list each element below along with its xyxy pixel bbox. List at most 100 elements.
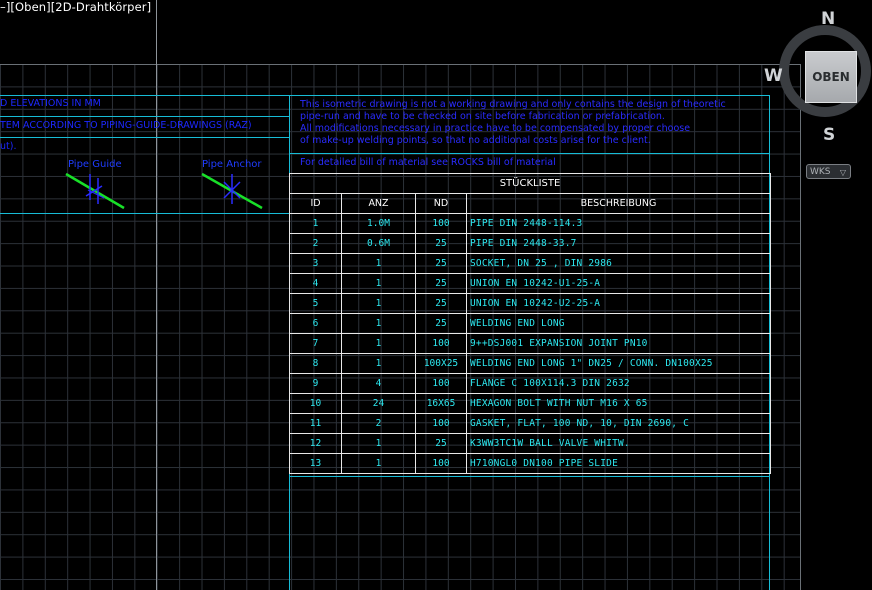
cell-id: 11 [289, 413, 342, 434]
cell-id: 6 [289, 313, 342, 334]
cell-id: 10 [289, 393, 342, 414]
compass-south[interactable]: S [823, 125, 835, 145]
table-row: 2 0.6M 25 PIPE DIN 2448-33.7 [289, 233, 771, 254]
cell-id: 5 [289, 293, 342, 314]
frame-line [289, 95, 770, 96]
cell-id: 2 [289, 233, 342, 254]
pipe-anchor-label: Pipe Anchor [202, 159, 262, 170]
header-system-text: TEM ACCORDING TO PIPING-GUIDE-DRAWINGS (… [0, 120, 252, 131]
disclaimer-line-1: This isometric drawing is not a working … [300, 99, 726, 110]
table-row: 12 1 25 K3WW3TC1W BALL VALVE WHITW. [289, 433, 771, 454]
cell-beschreibung: HEXAGON BOLT WITH NUT M16 X 65 [466, 393, 771, 414]
cell-nd: 25 [415, 273, 467, 294]
bill-of-materials-table: STÜCKLISTE ID ANZ ND BESCHREIBUNG 1 1.0M 1… [289, 173, 771, 474]
cell-anz: 1.0M [341, 213, 416, 234]
cell-anz: 1 [341, 313, 416, 334]
compass-west[interactable]: W [764, 66, 783, 86]
frame-line [289, 476, 770, 477]
cell-nd: 25 [415, 233, 467, 254]
cell-id: 4 [289, 273, 342, 294]
cell-anz: 4 [341, 373, 416, 394]
table-row: 10 24 16X65 HEXAGON BOLT WITH NUT M16 X 65 [289, 393, 771, 414]
cell-anz: 24 [341, 393, 416, 414]
cell-nd: 25 [415, 313, 467, 334]
cell-beschreibung: 9++DSJ001 EXPANSION JOINT PN10 [466, 333, 771, 354]
bom-title-row: STÜCKLISTE [289, 173, 771, 194]
cell-beschreibung: WELDING END LONG [466, 313, 771, 334]
cell-beschreibung: UNION EN 10242-U1-25-A [466, 273, 771, 294]
pipe-anchor-symbol-icon [201, 172, 263, 210]
layout-border-right [800, 64, 801, 590]
table-row: 4 1 25 UNION EN 10242-U1-25-A [289, 273, 771, 294]
frame-line [0, 116, 289, 117]
table-row: 3 1 25 SOCKET, DN 25 , DIN 2986 [289, 253, 771, 274]
cell-id: 13 [289, 453, 342, 474]
col-header-nd: ND [415, 193, 467, 214]
cell-beschreibung: PIPE DIN 2448-33.7 [466, 233, 771, 254]
cell-nd: 25 [415, 433, 467, 454]
table-row: 7 1 100 9++DSJ001 EXPANSION JOINT PN10 [289, 333, 771, 354]
cell-beschreibung: UNION EN 10242-U2-25-A [466, 293, 771, 314]
cell-anz: 0.6M [341, 233, 416, 254]
cell-anz: 1 [341, 433, 416, 454]
cell-id: 3 [289, 253, 342, 274]
table-row: 6 1 25 WELDING END LONG [289, 313, 771, 334]
header-trailing-text: ut). [0, 141, 17, 152]
frame-line [0, 213, 289, 214]
cell-nd: 25 [415, 293, 467, 314]
cell-anz: 1 [341, 293, 416, 314]
cell-beschreibung: SOCKET, DN 25 , DIN 2986 [466, 253, 771, 274]
cell-nd: 16X65 [415, 393, 467, 414]
frame-line [0, 137, 289, 138]
cell-id: 12 [289, 433, 342, 454]
col-header-beschreibung: BESCHREIBUNG [466, 193, 771, 214]
compass-north[interactable]: N [821, 9, 835, 29]
wcs-label: WKS [810, 167, 831, 177]
bom-reference-note: For detailed bill of material see ROCKS … [300, 157, 556, 168]
cell-nd: 100 [415, 213, 467, 234]
table-row: 9 4 100 FLANGE C 100X114.3 DIN 2632 [289, 373, 771, 394]
cell-beschreibung: WELDING END LONG 1" DN25 / CONN. DN100X2… [466, 353, 771, 374]
cell-anz: 1 [341, 453, 416, 474]
cell-nd: 100X25 [415, 353, 467, 374]
cell-anz: 1 [341, 353, 416, 374]
cell-beschreibung: PIPE DIN 2448-114.3 [466, 213, 771, 234]
cell-anz: 1 [341, 273, 416, 294]
table-row: 8 1 100X25 WELDING END LONG 1" DN25 / CONN.… [289, 353, 771, 374]
cell-nd: 100 [415, 333, 467, 354]
drawing-canvas[interactable]: –][Oben][2D-Drahtkörper] D ELEVATIONS IN… [0, 0, 872, 590]
col-header-id: ID [289, 193, 342, 214]
viewport-controls-label[interactable]: –][Oben][2D-Drahtkörper] [0, 0, 151, 14]
cell-id: 1 [289, 213, 342, 234]
table-row: 11 2 100 GASKET, FLAT, 100 ND, 10, DIN 2690… [289, 413, 771, 434]
table-row: 1 1.0M 100 PIPE DIN 2448-114.3 [289, 213, 771, 234]
bom-title: STÜCKLISTE [289, 173, 771, 194]
header-elevations-text: D ELEVATIONS IN MM [0, 98, 101, 109]
cell-anz: 2 [341, 413, 416, 434]
frame-line [0, 95, 289, 96]
cell-beschreibung: FLANGE C 100X114.3 DIN 2632 [466, 373, 771, 394]
wcs-dropdown[interactable]: WKS ▽ [806, 164, 851, 179]
frame-line [289, 153, 770, 154]
cell-beschreibung: H710NGL0 DN100 PIPE SLIDE [466, 453, 771, 474]
chevron-down-icon: ▽ [839, 168, 846, 177]
cell-id: 9 [289, 373, 342, 394]
cell-beschreibung: GASKET, FLAT, 100 ND, 10, DIN 2690, C [466, 413, 771, 434]
cell-nd: 100 [415, 453, 467, 474]
cell-id: 7 [289, 333, 342, 354]
bom-header-row: ID ANZ ND BESCHREIBUNG [289, 193, 771, 214]
cell-nd: 100 [415, 373, 467, 394]
table-row: 13 1 100 H710NGL0 DN100 PIPE SLIDE [289, 453, 771, 474]
disclaimer-line-2: pipe-run and have to be checked on site … [300, 111, 665, 122]
pipe-guide-label: Pipe Guide [68, 159, 122, 170]
layout-border-top [0, 64, 800, 65]
table-row: 5 1 25 UNION EN 10242-U2-25-A [289, 293, 771, 314]
col-header-anz: ANZ [341, 193, 416, 214]
viewport-divider [156, 0, 157, 590]
cell-nd: 25 [415, 253, 467, 274]
cell-anz: 1 [341, 333, 416, 354]
disclaimer-line-4: of make-up welding points, so that no ad… [300, 135, 651, 146]
cell-nd: 100 [415, 413, 467, 434]
viewcube-top-face[interactable]: OBEN [805, 51, 857, 103]
cell-beschreibung: K3WW3TC1W BALL VALVE WHITW. [466, 433, 771, 454]
